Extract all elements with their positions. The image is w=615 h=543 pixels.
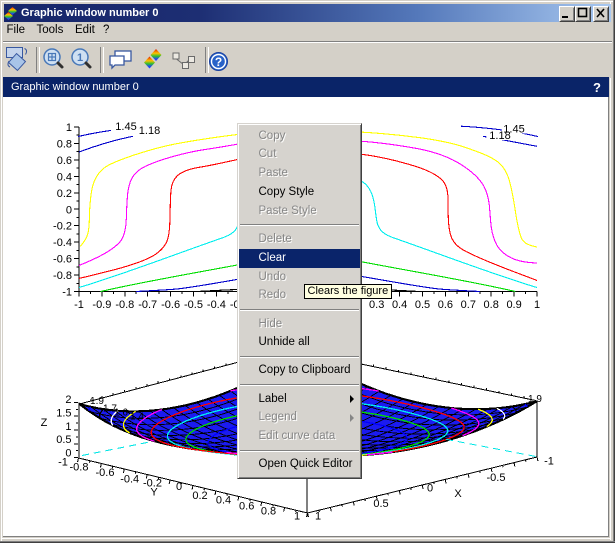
svg-text:-1: -1 — [62, 287, 72, 299]
svg-text:Z: Z — [41, 417, 48, 429]
svg-text:0.5: 0.5 — [373, 498, 388, 510]
svg-text:1.18: 1.18 — [139, 125, 160, 137]
svg-text:0.3: 0.3 — [369, 299, 384, 311]
svg-text:0: 0 — [66, 204, 72, 216]
svg-text:0.4: 0.4 — [392, 299, 407, 311]
svg-text:Y: Y — [150, 486, 158, 498]
svg-text:1.4: 1.4 — [130, 412, 144, 423]
svg-text:0.5: 0.5 — [415, 299, 430, 311]
svg-text:0: 0 — [427, 483, 433, 495]
svg-text:0.4: 0.4 — [216, 495, 231, 507]
svg-text:1.9: 1.9 — [528, 394, 542, 405]
svg-text:-0.6: -0.6 — [161, 299, 180, 311]
svg-text:1.5: 1.5 — [56, 408, 71, 420]
svg-text:1: 1 — [66, 122, 72, 134]
svg-text:0.2: 0.2 — [57, 188, 72, 200]
svg-text:-0.9: -0.9 — [92, 299, 111, 311]
svg-text:0.6: 0.6 — [438, 299, 453, 311]
svg-text:-0.5: -0.5 — [184, 299, 203, 311]
svg-text:2: 2 — [65, 394, 71, 406]
svg-text:-0.4: -0.4 — [53, 237, 72, 249]
svg-text:0.5: 0.5 — [56, 434, 71, 446]
svg-text:-0.6: -0.6 — [96, 467, 115, 479]
svg-text:1.18: 1.18 — [489, 130, 510, 142]
svg-text:1.45: 1.45 — [115, 121, 136, 133]
svg-text:-0.5: -0.5 — [487, 472, 506, 484]
svg-text:0.8: 0.8 — [57, 138, 72, 150]
svg-text:1: 1 — [315, 511, 321, 523]
svg-text:1: 1 — [534, 299, 540, 311]
svg-text:-0.7: -0.7 — [138, 299, 157, 311]
svg-text:1: 1 — [65, 421, 71, 433]
svg-text:0: 0 — [176, 481, 182, 493]
svg-text:-0.4: -0.4 — [120, 473, 139, 485]
svg-text:-0.8: -0.8 — [115, 299, 134, 311]
svg-text:-1: -1 — [74, 299, 84, 311]
svg-text:-0.4: -0.4 — [207, 299, 226, 311]
svg-text:0.6: 0.6 — [239, 500, 254, 512]
svg-text:-0.2: -0.2 — [53, 221, 72, 233]
svg-text:-0.6: -0.6 — [53, 254, 72, 266]
svg-text:-0.8: -0.8 — [70, 462, 89, 474]
svg-text:-1: -1 — [544, 456, 554, 468]
svg-text:X: X — [454, 488, 462, 500]
svg-text:1.6: 1.6 — [114, 408, 128, 419]
svg-text:1: 1 — [294, 511, 300, 523]
svg-text:0.7: 0.7 — [461, 299, 476, 311]
svg-text:0.9: 0.9 — [506, 299, 521, 311]
svg-text:0.2: 0.2 — [192, 490, 207, 502]
svg-text:-0.8: -0.8 — [53, 270, 72, 282]
svg-text:0.8: 0.8 — [261, 506, 276, 518]
svg-text:0.4: 0.4 — [57, 171, 72, 183]
svg-text:0.8: 0.8 — [484, 299, 499, 311]
svg-text:0.6: 0.6 — [57, 155, 72, 167]
svg-text:-1: -1 — [58, 457, 68, 469]
